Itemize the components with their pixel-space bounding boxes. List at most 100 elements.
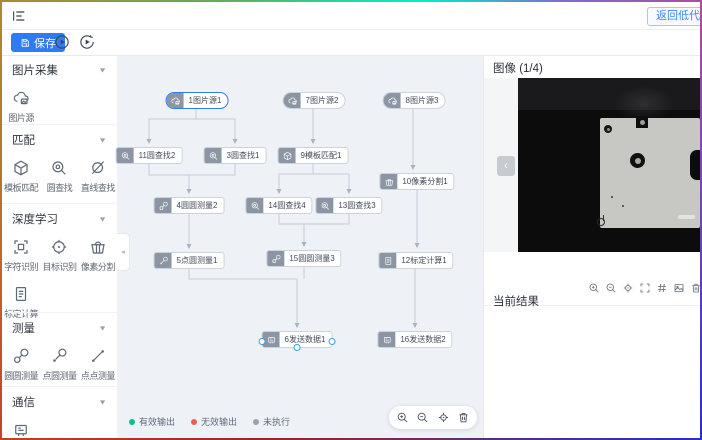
prev-image-button[interactable]: ‹ bbox=[497, 156, 515, 176]
fullscreen-icon[interactable] bbox=[639, 282, 651, 294]
circle-circle-measure-icon bbox=[267, 251, 284, 266]
section-header[interactable]: 图片采集▼ bbox=[2, 62, 117, 78]
grid-icon[interactable] bbox=[656, 282, 668, 294]
sidebar-item-line-find[interactable]: 直线查找 bbox=[79, 159, 117, 194]
locate-icon[interactable] bbox=[437, 411, 450, 424]
locate-icon[interactable] bbox=[622, 282, 634, 294]
sidebar-item-circle-find[interactable]: 圆查找 bbox=[40, 159, 78, 194]
trash-icon[interactable] bbox=[457, 411, 470, 424]
circle-find-icon bbox=[316, 198, 333, 213]
back-to-lowcode-button[interactable]: 返回低代码 bbox=[647, 7, 702, 26]
result-panel: 图像 (1/4) ‹ bbox=[484, 56, 700, 438]
node-point-circle-measure-1[interactable]: 5点圆测量1 bbox=[154, 252, 225, 269]
section-header[interactable]: 通信▼ bbox=[2, 394, 117, 410]
line-find-icon bbox=[89, 159, 107, 177]
sidebar-item-pixel-segmentation[interactable]: 像素分割 bbox=[79, 238, 117, 273]
zoom-out-icon[interactable] bbox=[605, 282, 617, 294]
plate-bearing-hole bbox=[630, 153, 645, 168]
metal-plate bbox=[600, 118, 700, 228]
chevron-down-icon: ▼ bbox=[98, 215, 107, 223]
chevron-down-icon: ▼ bbox=[98, 136, 107, 144]
green-dot-icon bbox=[129, 419, 135, 425]
save-image-icon[interactable] bbox=[673, 282, 685, 294]
plate-dot bbox=[611, 196, 613, 198]
circle-find-icon bbox=[117, 148, 134, 163]
node-circle-circle-measure-2[interactable]: 4圆圆测量2 bbox=[154, 197, 225, 214]
device-icon bbox=[12, 421, 30, 438]
cube-icon bbox=[12, 159, 30, 177]
circle-circle-measure-icon bbox=[12, 347, 30, 365]
point-point-measure-icon bbox=[89, 347, 107, 365]
zoom-in-icon[interactable] bbox=[396, 411, 409, 424]
trash-icon[interactable] bbox=[690, 282, 702, 294]
sidebar-item-image-source[interactable]: 图片源 bbox=[2, 89, 40, 124]
node-circle-circle-measure-3[interactable]: 15圆圆测量3 bbox=[266, 250, 341, 267]
red-dot-icon bbox=[191, 419, 197, 425]
section-header[interactable]: 深度学习▼ bbox=[2, 211, 117, 227]
sidebar-item-point-point-measure[interactable]: 点点测量 bbox=[79, 347, 117, 382]
zoom-in-icon[interactable] bbox=[588, 282, 600, 294]
run-toolbar: 保存 bbox=[2, 30, 700, 55]
plate-hook-feature bbox=[597, 218, 605, 226]
node-image-source-1[interactable]: 1图片源1 bbox=[166, 92, 229, 109]
circle-circle-measure-icon bbox=[155, 198, 172, 213]
section-header[interactable]: 测量▼ bbox=[2, 320, 117, 336]
legend-not-executed: 未执行 bbox=[253, 415, 290, 428]
sidebar-item-target-recognition[interactable]: 目标识别 bbox=[40, 238, 78, 273]
cloud-image-icon bbox=[384, 93, 401, 108]
sidebar-item-template-match[interactable]: 模板匹配 bbox=[2, 159, 40, 194]
image-panel-title: 图像 (1/4) bbox=[493, 60, 543, 76]
ocr-icon bbox=[12, 238, 30, 256]
node-circle-find-4[interactable]: 14圆查找4 bbox=[245, 197, 312, 214]
chevron-down-icon: ▼ bbox=[98, 398, 107, 406]
header-bar: 返回低代码 bbox=[2, 2, 700, 30]
node-image-source-3[interactable]: 8图片源3 bbox=[383, 92, 446, 109]
run-button[interactable] bbox=[54, 34, 70, 50]
node-template-match-1[interactable]: 9模板匹配1 bbox=[278, 147, 349, 164]
gray-dot-icon bbox=[253, 419, 259, 425]
sidebar-item-calibration-calc[interactable]: 标定计算 bbox=[2, 285, 40, 320]
node-handle-left[interactable] bbox=[259, 338, 266, 345]
inspection-photo bbox=[518, 78, 700, 252]
cloud-image-icon bbox=[12, 89, 30, 107]
tool-sidebar: 图片采集▼ 图片源 匹配▼ 模板匹配 圆查找 bbox=[2, 56, 118, 438]
plate-label-mark bbox=[678, 215, 695, 219]
node-pixel-segmentation-1[interactable]: 10像素分割1 bbox=[379, 173, 454, 190]
zoom-out-icon[interactable] bbox=[416, 411, 429, 424]
target-icon bbox=[50, 238, 68, 256]
node-calibration-calc-1[interactable]: 12标定计算1 bbox=[378, 252, 453, 269]
sidebar-item-protocol[interactable] bbox=[2, 421, 40, 438]
plate-dot bbox=[622, 205, 624, 207]
section-match: 匹配▼ 模板匹配 圆查找 直线查找 bbox=[2, 132, 117, 194]
section-divider bbox=[2, 312, 117, 313]
circle-find-icon bbox=[50, 159, 68, 177]
section-divider bbox=[2, 124, 117, 125]
section-measure: 测量▼ 圆圆测量 点圆测量 点点测量 bbox=[2, 320, 117, 382]
sidebar-item-ocr[interactable]: 字符识别 bbox=[2, 238, 40, 273]
basket-icon bbox=[380, 174, 397, 189]
toolbar-divider bbox=[0, 55, 702, 56]
node-send-data-1[interactable]: 6发送数据1 bbox=[262, 331, 333, 348]
device-icon bbox=[378, 332, 395, 347]
node-circle-find-3[interactable]: 13圆查找3 bbox=[315, 197, 382, 214]
run-once-button[interactable] bbox=[79, 34, 95, 50]
plate-screw bbox=[604, 125, 612, 133]
flow-canvas[interactable]: ◂ bbox=[117, 56, 484, 438]
vision-flow-app: 返回低代码 保存 图片采集▼ 图片源 匹配▼ bbox=[0, 0, 702, 440]
node-circle-find-2[interactable]: 11圆查找2 bbox=[116, 147, 183, 164]
form-icon bbox=[379, 253, 396, 268]
cube-icon bbox=[279, 148, 296, 163]
sidebar-item-point-circle-measure[interactable]: 点圆测量 bbox=[40, 347, 78, 382]
menu-icon[interactable] bbox=[11, 8, 27, 24]
chevron-down-icon: ▼ bbox=[98, 324, 107, 332]
section-header[interactable]: 匹配▼ bbox=[2, 132, 117, 148]
node-send-data-2[interactable]: 16发送数据2 bbox=[377, 331, 452, 348]
save-icon bbox=[20, 38, 30, 48]
node-circle-find-1[interactable]: 3圆查找1 bbox=[204, 147, 267, 164]
point-circle-measure-icon bbox=[155, 253, 172, 268]
node-handle-right[interactable] bbox=[328, 338, 335, 345]
node-image-source-2[interactable]: 7图片源2 bbox=[283, 92, 346, 109]
sidebar-item-circle-circle-measure[interactable]: 圆圆测量 bbox=[2, 347, 40, 382]
cloud-image-icon bbox=[284, 93, 301, 108]
legend-invalid-output: 无效输出 bbox=[191, 415, 237, 428]
